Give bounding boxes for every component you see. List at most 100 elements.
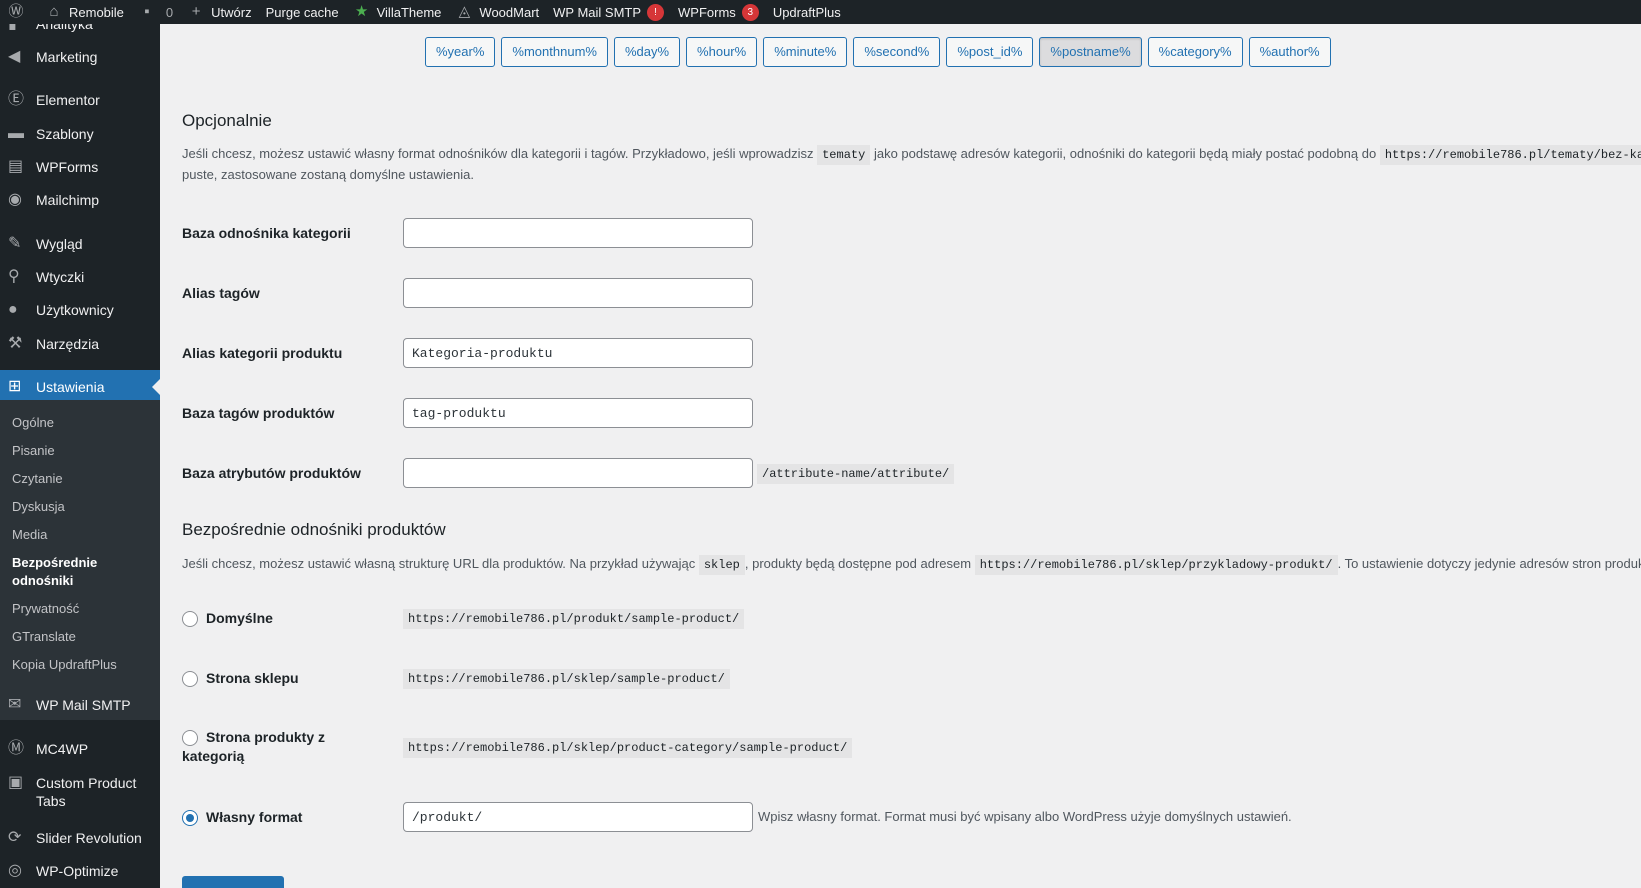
product-permalinks-description: Jeśli chcesz, możesz ustawić własną stru… (182, 554, 1641, 575)
submenu-item-media[interactable]: Media (12, 526, 152, 544)
chart-icon: ▮ (0, 24, 36, 33)
settings-submenu: Ogólne Pisanie Czytanie Dyskusja Media B… (0, 400, 160, 720)
sidebar-item-wp-mail-smtp[interactable]: ✉ WP Mail SMTP (0, 696, 160, 714)
user-icon: ● (8, 301, 18, 318)
product-attribute-base-label: Baza atrybutów produktów (182, 465, 361, 481)
new-content-label: Utwórz (211, 4, 252, 20)
sidebar-item-custom-product-tabs[interactable]: ▣ Custom Product Tabs (0, 774, 160, 810)
new-content-menu[interactable]: + Utwórz (180, 0, 258, 24)
tag-postname-button[interactable]: %postname% (1039, 37, 1142, 67)
wordpress-logo-menu[interactable]: Ⓦ (0, 0, 38, 24)
mail-icon: ✉ (8, 696, 22, 713)
tag-minute-button[interactable]: %minute% (763, 37, 848, 67)
tag-base-input[interactable] (403, 278, 753, 308)
wpforms-count-badge: 3 (741, 3, 759, 21)
home-icon: ⌂ (49, 3, 59, 20)
tag-day-button[interactable]: %day% (613, 37, 681, 67)
permalink-custom-input[interactable] (403, 802, 753, 832)
settings-icon: ⊞ (8, 378, 22, 395)
purge-cache-menu[interactable]: Purge cache (259, 0, 346, 24)
sidebar-item-analityka[interactable]: ▮Analityka (0, 24, 160, 33)
comments-menu[interactable]: ▪ 0 (131, 0, 180, 24)
folder-icon: ▬ (8, 125, 24, 142)
submenu-item-bezposrednie[interactable]: Bezpośrednie (12, 554, 152, 572)
product-category-base-input[interactable] (403, 338, 753, 368)
mailchimp-icon: ◉ (8, 191, 22, 208)
woodmart-menu[interactable]: ◬ WoodMart (448, 0, 546, 24)
optional-example-code: tematy (817, 145, 871, 165)
sidebar-item-marketing[interactable]: ◀ Marketing (0, 48, 160, 66)
updraftplus-label: UpdraftPlus (772, 4, 841, 20)
submenu-item-prywatnosc[interactable]: Prywatność (12, 600, 152, 618)
sidebar-item-wtyczki[interactable]: ⚲ Wtyczki (0, 268, 160, 286)
tag-second-button[interactable]: %second% (853, 37, 941, 67)
plus-icon: + (191, 3, 201, 20)
permalink-category-url: https://remobile786.pl/sklep/product-cat… (403, 738, 853, 758)
custom-product-tabs-line2: Tabs (36, 793, 66, 809)
optional-example-url: https://remobile786.pl/tematy/bez-katego… (1379, 145, 1641, 165)
submenu-item-dyskusja[interactable]: Dyskusja (12, 498, 152, 516)
tag-hour-button[interactable]: %hour% (686, 37, 758, 67)
tag-year-button[interactable]: %year% (425, 37, 496, 67)
permalink-category-label: Strona produkty z kategorią (182, 729, 326, 764)
sidebar-item-szablony[interactable]: ▬ Szablony (0, 125, 160, 143)
tag-post-id-button[interactable]: %post_id% (946, 37, 1034, 67)
custom-product-tabs-line1: Custom Product (36, 775, 137, 791)
tag-base-label: Alias tagów (182, 285, 260, 301)
wordpress-logo-icon: Ⓦ (8, 3, 24, 20)
permalink-default-label: Domyślne (206, 610, 273, 626)
wrench-icon: ⚒ (8, 335, 23, 352)
wp-mail-smtp-menu[interactable]: WP Mail SMTP! (546, 0, 671, 24)
submenu-item-ogolne[interactable]: Ogólne (12, 414, 152, 432)
megaphone-icon: ◀ (8, 48, 21, 65)
submenu-item-kopia-updraftplus[interactable]: Kopia UpdraftPlus (12, 656, 152, 674)
product-attribute-base-input[interactable] (403, 458, 753, 488)
woodmart-label: WoodMart (479, 4, 540, 20)
form-icon: ▤ (8, 158, 24, 175)
category-base-input[interactable] (403, 218, 753, 248)
permalink-custom-label: Własny format (206, 809, 303, 825)
optimize-icon: ◎ (8, 862, 22, 879)
mc4wp-icon: Ⓜ (8, 740, 25, 757)
tag-monthnum-button[interactable]: %monthnum% (501, 37, 608, 67)
sidebar-item-ustawienia[interactable]: ⊞ Ustawienia (0, 370, 160, 404)
site-name-menu[interactable]: ⌂ Remobile (38, 0, 131, 24)
permalink-default-radio[interactable] (182, 611, 198, 627)
submenu-item-gtranslate[interactable]: GTranslate (12, 628, 152, 646)
sidebar-item-uzytkownicy[interactable]: ● Użytkownicy (0, 301, 160, 319)
sidebar-item-wpforms[interactable]: ▤ WPForms (0, 158, 160, 176)
product-category-base-label: Alias kategorii produktu (182, 345, 343, 361)
sidebar-item-mc4wp[interactable]: Ⓜ MC4WP (0, 740, 160, 758)
permalink-shop-url: https://remobile786.pl/sklep/sample-prod… (403, 669, 730, 689)
elementor-icon: Ⓔ (8, 91, 25, 108)
permalink-category-radio[interactable] (182, 730, 198, 746)
sidebar-item-elementor[interactable]: Ⓔ Elementor (0, 91, 160, 109)
permalink-shop-radio[interactable] (182, 671, 198, 687)
villatheme-menu[interactable]: ★ VillaTheme (346, 0, 449, 24)
optional-description-line2: puste, zastosowane zostaną domyślne usta… (182, 167, 474, 182)
sidebar-item-wyglad[interactable]: ✎ Wygląd (0, 235, 160, 253)
sidebar-item-narzedzia[interactable]: ⚒ Narzędzia (0, 335, 160, 353)
wpforms-menu[interactable]: WPForms 3 (671, 0, 766, 24)
tabs-icon: ▣ (8, 774, 24, 791)
submenu-item-odnosniki[interactable]: odnośniki (12, 572, 152, 590)
smtp-alert-badge: ! (647, 3, 665, 21)
permalink-custom-radio[interactable] (182, 810, 198, 826)
sidebar-item-slider-revolution[interactable]: ⟳ Slider Revolution (0, 829, 160, 847)
sidebar-item-wp-optimize[interactable]: ◎ WP-Optimize (0, 862, 160, 880)
admin-bar: Ⓦ ⌂ Remobile ▪ 0 + Utwórz Purge cache ★ Vill… (0, 0, 1641, 24)
product-tag-base-input[interactable] (403, 398, 753, 428)
purge-cache-label: Purge cache (265, 4, 339, 20)
woodmart-icon: ◬ (458, 3, 471, 20)
wpforms-label: WPForms (678, 4, 736, 20)
save-changes-button[interactable] (182, 876, 284, 888)
updraftplus-menu[interactable]: UpdraftPlus (766, 0, 848, 24)
tag-category-button[interactable]: %category% (1147, 37, 1243, 67)
tag-author-button[interactable]: %author% (1248, 37, 1331, 67)
optional-description: Jeśli chcesz, możesz ustawić własny form… (182, 144, 1641, 165)
sidebar-item-mailchimp[interactable]: ◉ Mailchimp (0, 191, 160, 209)
admin-sidebar: ▮Analityka ◀Marketing ⒺElementor ▬Szablo… (0, 24, 160, 888)
submenu-item-czytanie[interactable]: Czytanie (12, 470, 152, 488)
submenu-item-pisanie[interactable]: Pisanie (12, 442, 152, 460)
comment-icon: ▪ (144, 3, 150, 20)
